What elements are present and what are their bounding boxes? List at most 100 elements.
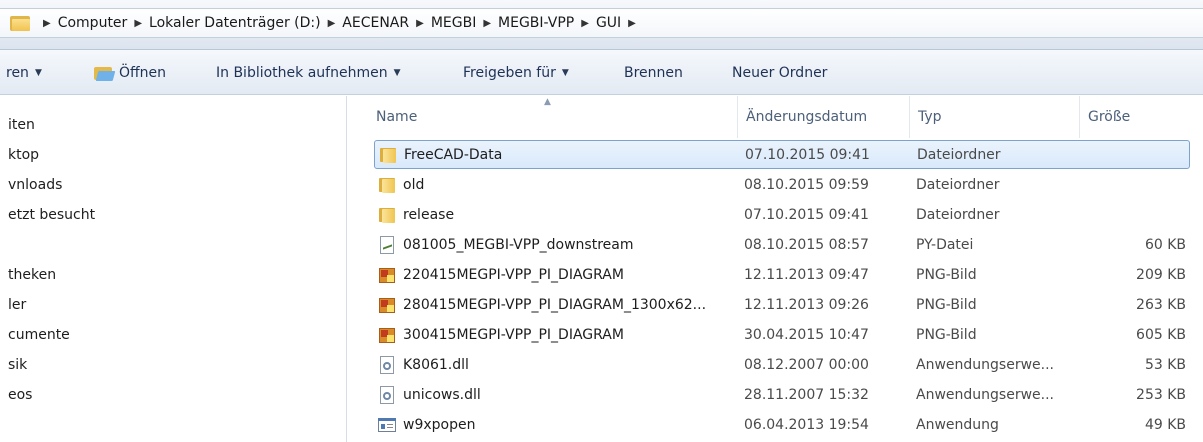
file-date: 07.10.2015 09:41	[744, 206, 869, 223]
file-name: 300415MEGPI-VPP_PI_DIAGRAM	[403, 326, 624, 343]
caret-down-icon: ▼	[34, 67, 42, 78]
file-date: 06.04.2013 19:54	[744, 416, 869, 433]
file-row[interactable]: 300415MEGPI-VPP_PI_DIAGRAM 30.04.2015 10…	[374, 320, 1190, 349]
file-name: old	[403, 176, 425, 193]
file-row[interactable]: release 07.10.2015 09:41 Dateiordner	[374, 200, 1190, 229]
file-list: Name ▲ Änderungsdatum Typ Größe FreeCAD-…	[348, 96, 1203, 442]
add-to-library-label: In Bibliothek aufnehmen	[216, 64, 388, 81]
organize-label: ren	[6, 64, 29, 81]
file-type: PNG-Bild	[916, 266, 977, 283]
file-row[interactable]: 081005_MEGBI-VPP_downstream 08.10.2015 0…	[374, 230, 1190, 259]
chevron-right-icon[interactable]: ▶	[581, 18, 589, 29]
nav-item-downloads[interactable]: vnloads	[0, 170, 347, 200]
file-name-cell: 300415MEGPI-VPP_PI_DIAGRAM	[378, 326, 624, 344]
nav-item-desktop[interactable]: ktop	[0, 140, 347, 170]
file-row[interactable]: FreeCAD-Data 07.10.2015 09:41 Dateiordne…	[374, 140, 1190, 169]
breadcrumb-aecenar[interactable]: AECENAR	[342, 15, 409, 31]
file-row[interactable]: unicows.dll 28.11.2007 15:32 Anwendungse…	[374, 380, 1190, 409]
add-to-library-button[interactable]: In Bibliothek aufnehmen ▼	[216, 50, 401, 95]
file-name: K8061.dll	[403, 356, 469, 373]
breadcrumb-gui[interactable]: GUI	[596, 15, 621, 31]
python-file-icon	[378, 235, 396, 254]
share-with-button[interactable]: Freigeben für ▼	[463, 50, 569, 95]
file-size: 605 KB	[1136, 326, 1186, 343]
chevron-right-icon[interactable]: ▶	[628, 18, 636, 29]
chevron-right-icon[interactable]: ▶	[416, 18, 424, 29]
file-type: Dateiordner	[916, 176, 1000, 193]
file-name-cell: FreeCAD-Data	[379, 146, 502, 164]
file-date: 08.10.2015 08:57	[744, 236, 869, 253]
nav-item-music[interactable]: sik	[0, 350, 347, 380]
nav-item-libraries[interactable]: theken	[0, 260, 347, 290]
file-name-cell: K8061.dll	[378, 355, 469, 374]
png-image-icon	[378, 296, 396, 314]
chevron-right-icon[interactable]: ▶	[43, 18, 51, 29]
file-type: PNG-Bild	[916, 296, 977, 313]
file-type: PNG-Bild	[916, 326, 977, 343]
burn-label: Brennen	[624, 64, 683, 81]
file-size: 49 KB	[1144, 416, 1186, 433]
file-name: release	[403, 206, 455, 223]
column-name-label: Name	[376, 109, 418, 125]
chevron-right-icon[interactable]: ▶	[483, 18, 491, 29]
file-type: PY-Datei	[916, 236, 974, 253]
breadcrumb-computer[interactable]: Computer	[58, 15, 128, 31]
breadcrumb-megbi-vpp[interactable]: MEGBI-VPP	[498, 15, 574, 31]
file-type: Anwendungserwe...	[916, 356, 1054, 373]
file-date: 12.11.2013 09:26	[744, 296, 869, 313]
nav-item-favorites[interactable]: iten	[0, 110, 347, 140]
address-bar: ▶ Computer ▶ Lokaler Datenträger (D:) ▶ …	[0, 0, 1203, 50]
file-name-cell: old	[378, 176, 424, 194]
new-folder-label: Neuer Ordner	[732, 64, 828, 81]
dll-file-icon	[378, 355, 396, 374]
nav-item-recent-places[interactable]: etzt besucht	[0, 200, 347, 230]
file-size: 263 KB	[1136, 296, 1186, 313]
file-date: 28.11.2007 15:32	[744, 386, 869, 403]
open-folder-icon	[94, 65, 116, 81]
file-name-cell: release	[378, 206, 454, 224]
nav-item-documents[interactable]: cumente	[0, 320, 347, 350]
file-row[interactable]: 280415MEGPI-VPP_PI_DIAGRAM_1300x62... 12…	[374, 290, 1190, 319]
file-size: 209 KB	[1136, 266, 1186, 283]
folder-icon	[378, 206, 396, 224]
column-header-type[interactable]: Typ	[910, 96, 1080, 138]
file-name-cell: 081005_MEGBI-VPP_downstream	[378, 235, 634, 254]
folder-icon	[378, 176, 396, 194]
chevron-right-icon[interactable]: ▶	[134, 18, 142, 29]
column-header-date[interactable]: Änderungsdatum	[738, 96, 910, 138]
file-name-cell: 280415MEGPI-VPP_PI_DIAGRAM_1300x62...	[378, 296, 706, 314]
file-name: 280415MEGPI-VPP_PI_DIAGRAM_1300x62...	[403, 296, 707, 313]
file-type: Anwendung	[916, 416, 999, 433]
png-image-icon	[378, 326, 396, 344]
png-image-icon	[378, 266, 396, 284]
file-name-cell: 220415MEGPI-VPP_PI_DIAGRAM	[378, 266, 624, 284]
file-row[interactable]: old 08.10.2015 09:59 Dateiordner	[374, 170, 1190, 199]
folder-icon	[379, 146, 397, 164]
application-icon	[378, 416, 396, 434]
column-date-label: Änderungsdatum	[746, 109, 868, 125]
breadcrumb[interactable]: ▶ Computer ▶ Lokaler Datenträger (D:) ▶ …	[0, 8, 1203, 38]
file-name-cell: w9xpopen	[378, 416, 475, 434]
file-name: 081005_MEGBI-VPP_downstream	[403, 236, 634, 253]
column-size-label: Größe	[1088, 109, 1131, 125]
open-button[interactable]: Öffnen	[94, 50, 166, 95]
burn-button[interactable]: Brennen	[624, 50, 683, 95]
breadcrumb-megbi[interactable]: MEGBI	[431, 15, 477, 31]
file-row[interactable]: K8061.dll 08.12.2007 00:00 Anwendungserw…	[374, 350, 1190, 379]
column-type-label: Typ	[918, 109, 942, 125]
new-folder-button[interactable]: Neuer Ordner	[732, 50, 827, 95]
share-with-label: Freigeben für	[463, 64, 556, 81]
file-row[interactable]: 220415MEGPI-VPP_PI_DIAGRAM 12.11.2013 09…	[374, 260, 1190, 289]
file-row[interactable]: w9xpopen 06.04.2013 19:54 Anwendung 49 K…	[374, 410, 1190, 439]
column-header-size[interactable]: Größe	[1080, 96, 1190, 138]
column-header-name[interactable]: Name ▲	[368, 96, 738, 138]
nav-item-pictures[interactable]: ler	[0, 290, 347, 320]
organize-button[interactable]: ren ▼	[6, 50, 42, 95]
file-date: 08.12.2007 00:00	[744, 356, 869, 373]
breadcrumb-local-disk[interactable]: Lokaler Datenträger (D:)	[149, 15, 321, 31]
file-name: unicows.dll	[403, 386, 481, 403]
chevron-right-icon[interactable]: ▶	[328, 18, 336, 29]
file-size: 53 KB	[1144, 356, 1186, 373]
file-type: Anwendungserwe...	[916, 386, 1054, 403]
nav-item-videos[interactable]: eos	[0, 380, 347, 410]
